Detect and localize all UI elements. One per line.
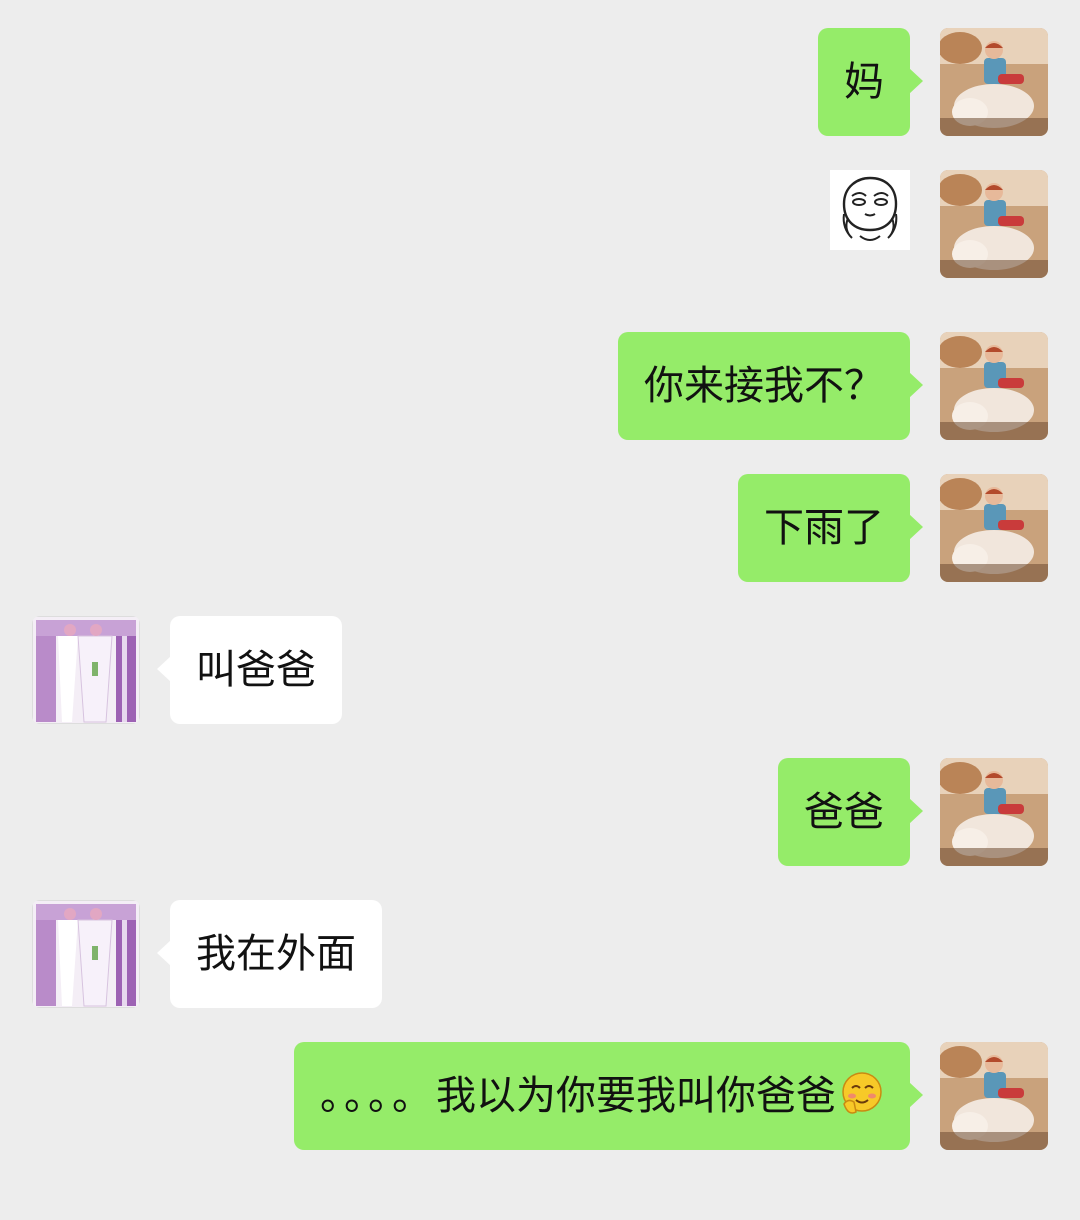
- contact-avatar[interactable]: [32, 616, 140, 724]
- chat-area[interactable]: 妈 你来接我不？ 下雨了 叫爸爸 爸爸 我在外面 。。。。我以为你要我叫你爸爸: [0, 0, 1080, 1220]
- message-row: 你来接我不？: [0, 332, 1080, 440]
- blush-emoji-icon: [842, 1072, 882, 1114]
- child-with-dog-avatar-icon: [940, 474, 1048, 582]
- sticker-message[interactable]: [830, 170, 910, 250]
- message-row: [0, 170, 1080, 278]
- message-text: 妈: [844, 59, 884, 105]
- message-text: 我在外面: [196, 931, 356, 977]
- message-bubble[interactable]: 你来接我不？: [618, 332, 923, 440]
- message-text: 叫爸爸: [196, 647, 316, 693]
- pink-curtain-avatar-icon: [32, 900, 140, 1008]
- message-bubble[interactable]: 我在外面: [157, 900, 382, 1008]
- my-avatar[interactable]: [940, 474, 1048, 582]
- message-text: 我以为你要我叫你爸爸: [436, 1073, 836, 1119]
- child-with-dog-avatar-icon: [940, 758, 1048, 866]
- pink-curtain-avatar-icon: [32, 616, 140, 724]
- shy-face-icon: [842, 176, 898, 241]
- message-bubble[interactable]: 。。。。我以为你要我叫你爸爸: [294, 1042, 923, 1150]
- my-avatar[interactable]: [940, 758, 1048, 866]
- message-dots: 。。。。: [320, 1073, 436, 1119]
- message-text: 爸爸: [804, 789, 884, 835]
- child-with-dog-avatar-icon: [940, 170, 1048, 278]
- message-text: 下雨了: [764, 505, 884, 551]
- my-avatar[interactable]: [940, 28, 1048, 136]
- message-row: 妈: [0, 28, 1080, 136]
- my-avatar[interactable]: [940, 332, 1048, 440]
- my-avatar[interactable]: [940, 170, 1048, 278]
- message-row: 下雨了: [0, 474, 1080, 582]
- message-bubble[interactable]: 爸爸: [778, 758, 923, 866]
- child-with-dog-avatar-icon: [940, 332, 1048, 440]
- child-with-dog-avatar-icon: [940, 28, 1048, 136]
- message-row: 叫爸爸: [0, 616, 1080, 724]
- message-row: 。。。。我以为你要我叫你爸爸: [0, 1042, 1080, 1150]
- message-row: 爸爸: [0, 758, 1080, 866]
- message-row: 我在外面: [0, 900, 1080, 1008]
- message-bubble[interactable]: 妈: [818, 28, 923, 136]
- contact-avatar[interactable]: [32, 900, 140, 1008]
- message-text: 你来接我不？: [644, 363, 884, 409]
- message-bubble[interactable]: 下雨了: [738, 474, 923, 582]
- child-with-dog-avatar-icon: [940, 1042, 1048, 1150]
- message-bubble[interactable]: 叫爸爸: [157, 616, 342, 724]
- my-avatar[interactable]: [940, 1042, 1048, 1150]
